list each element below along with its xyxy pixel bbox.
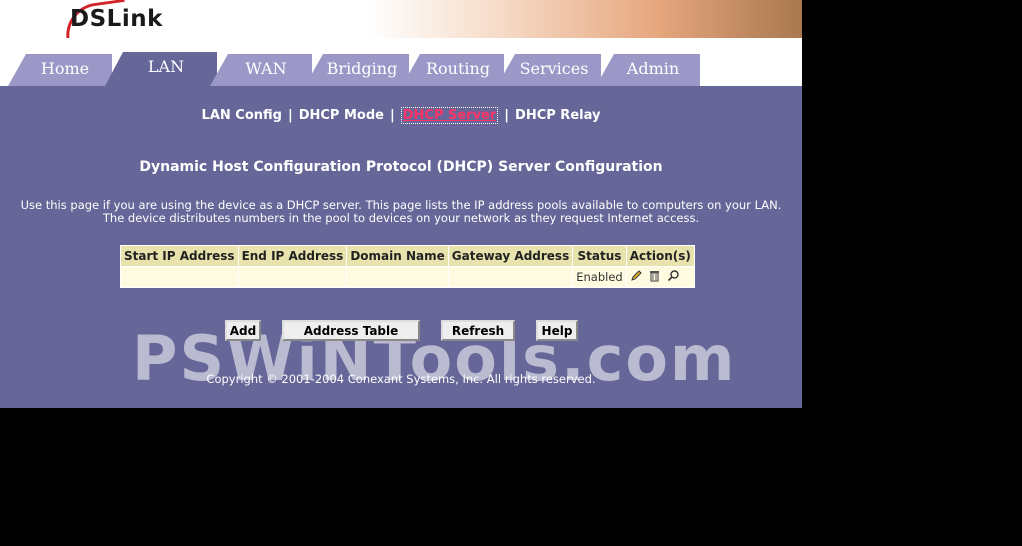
col-start-ip: Start IP Address — [120, 245, 239, 267]
subnav-dhcp-mode[interactable]: DHCP Mode — [299, 108, 384, 123]
page-title: Dynamic Host Configuration Protocol (DHC… — [139, 159, 663, 175]
tab-admin-label: Admin — [626, 59, 680, 78]
page-description: Use this page if you are using the devic… — [0, 199, 802, 225]
col-domain-name: Domain Name — [346, 245, 449, 267]
tab-lan-label: LAN — [147, 57, 185, 76]
refresh-button[interactable]: Refresh — [441, 320, 515, 341]
table-row: Enabled — [120, 266, 695, 288]
col-actions: Action(s) — [625, 245, 695, 267]
description-line-2: The device distributes numbers in the po… — [102, 211, 700, 225]
tab-wan-label: WAN — [245, 59, 287, 78]
tab-home-label: Home — [40, 59, 90, 78]
view-magnifier-icon[interactable] — [667, 269, 680, 285]
tab-bridging-label: Bridging — [326, 59, 398, 78]
subnav-lan-config[interactable]: LAN Config — [202, 108, 282, 123]
main-tab-bar: Home LAN WAN Bridging Routing Services A… — [0, 38, 802, 86]
subnav-dhcp-server[interactable]: DHCP Server — [400, 107, 499, 124]
tab-services[interactable]: Services — [497, 54, 601, 86]
edit-pencil-icon[interactable] — [630, 269, 643, 285]
tab-routing-label: Routing — [425, 59, 491, 78]
col-end-ip: End IP Address — [237, 245, 348, 267]
sub-navigation: LAN Config | DHCP Mode | DHCP Server | DHCP Re… — [0, 107, 802, 124]
cell-start-ip — [120, 266, 239, 288]
tab-bridging[interactable]: Bridging — [305, 54, 409, 86]
delete-trash-icon[interactable] — [648, 269, 661, 285]
tab-routing[interactable]: Routing — [402, 54, 504, 86]
ip-pool-table: Start IP Address End IP Address Domain N… — [120, 245, 695, 288]
tab-lan[interactable]: LAN — [105, 52, 217, 86]
address-table-button[interactable]: Address Table — [282, 320, 420, 341]
copyright-notice: Copyright © 2001-2004 Conexant Systems, … — [206, 372, 596, 386]
col-gateway-address: Gateway Address — [447, 245, 574, 267]
dslink-logo: DSLink — [70, 6, 163, 32]
subnav-dhcp-relay[interactable]: DHCP Relay — [515, 108, 600, 123]
content-panel: LAN Config | DHCP Mode | DHCP Server | DHCP Re… — [0, 86, 802, 408]
tab-wan[interactable]: WAN — [210, 54, 312, 86]
tab-services-label: Services — [519, 59, 589, 78]
cell-end-ip — [237, 266, 348, 288]
tab-admin[interactable]: Admin — [596, 54, 700, 86]
table-header-row: Start IP Address End IP Address Domain N… — [120, 245, 695, 267]
cell-domain-name — [346, 266, 449, 288]
col-status: Status — [572, 245, 627, 267]
cell-gateway-address — [447, 266, 574, 288]
help-button[interactable]: Help — [536, 320, 578, 341]
cell-actions — [625, 266, 695, 288]
router-admin-frame: DSLink Home LAN WAN Bridging Routing Ser… — [0, 0, 802, 408]
add-button[interactable]: Add — [225, 320, 261, 341]
subnav-separator: | — [389, 108, 395, 123]
cell-status: Enabled — [572, 266, 627, 288]
subnav-separator: | — [287, 108, 293, 123]
tab-home[interactable]: Home — [8, 54, 112, 86]
subnav-separator: | — [504, 108, 510, 123]
header-banner: DSLink — [0, 0, 802, 41]
